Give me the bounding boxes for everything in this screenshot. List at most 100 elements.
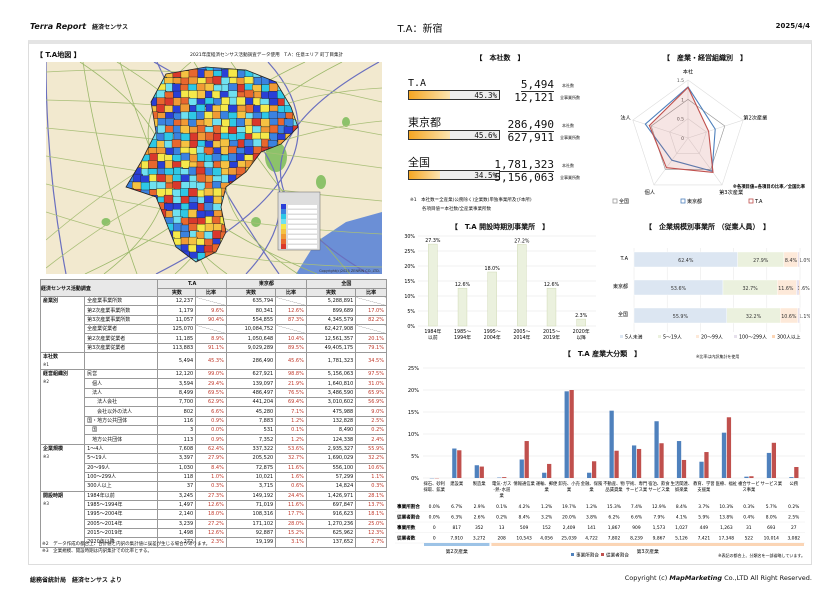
park-area: [251, 217, 261, 227]
table-row: 100～299人 118 1.0% 10,021 1.6% 57,299 1.1%: [41, 471, 387, 483]
hq-ratio-bar: 45.3%: [408, 90, 500, 100]
row-label: 会社以外の法人: [84, 406, 159, 417]
table-row-label: 従業者数: [396, 535, 416, 542]
ratio-cell: 0.0%: [195, 425, 227, 436]
segment-label: 10.6%: [781, 314, 797, 320]
ratio-cell: 3.1%: [275, 537, 307, 548]
row-label: 国・地方公共団体: [84, 415, 159, 427]
ratio-cell: [275, 295, 307, 307]
x-tick-label: 品賃貸業: [605, 486, 623, 493]
table-cell: 6.7%: [451, 504, 462, 510]
legend-swatch: [281, 239, 286, 244]
subheader: 実数: [225, 287, 277, 297]
section-note: ※3: [43, 453, 49, 459]
bar-事業所割合: [766, 452, 772, 478]
area-cell: [203, 231, 214, 240]
bar-従業者割合: [704, 452, 709, 478]
table-cell: 0: [433, 536, 436, 542]
table-cell: 509: [520, 525, 529, 531]
ratio-cell: 12.6%: [195, 499, 227, 511]
legend-range: [288, 220, 317, 224]
area-cell: [236, 118, 246, 127]
ratio-cell: 15.2%: [275, 527, 307, 539]
value-cell: 9,029,289: [225, 342, 277, 354]
section-name: 企業規模: [43, 445, 64, 452]
table-cell: 817: [453, 525, 462, 531]
table-row: 産業別 全産業事業所数 12,237 635,794 5,288,891: [39, 295, 387, 354]
section-label: 経営組織別 ※2: [39, 369, 86, 445]
row-label: 5～19人: [84, 453, 159, 464]
x-tick-label: 卸売、小売: [558, 480, 580, 487]
legend-label: 全国: [619, 198, 629, 205]
table-cell: 0.3%: [743, 504, 754, 510]
ratio-cell: 2.7%: [355, 537, 387, 548]
value-cell: 5,288,891: [305, 295, 357, 307]
bar-事業所割合: [474, 465, 479, 478]
ratio-cell: 34.5%: [355, 352, 387, 371]
copyright-pre: Copyright (c): [624, 574, 670, 582]
legend-label: 300人以上: [777, 334, 801, 341]
x-tick-label: 2004年: [484, 334, 501, 341]
x-tick-label: 業: [567, 486, 572, 493]
ratio-cell: 18.0%: [195, 509, 227, 520]
x-tick-label: 採取、鉱業: [423, 486, 445, 493]
ratio-cell: 0.1%: [275, 425, 307, 436]
table-row-label: 事業所割合: [397, 503, 420, 510]
ratio-cell: 1.2%: [275, 434, 307, 445]
size-chart: T.A 62.4% 27.9% 8.4% 1.0% 東京都 53.6% 32.7% 11.6% 1…: [613, 248, 810, 341]
ratio-cell: 82.2%: [355, 314, 387, 326]
ratio-cell: 2.5%: [355, 415, 387, 427]
row-label: 個人: [84, 378, 159, 389]
section-name: 経営組織別: [43, 371, 69, 378]
y-tick-label: 5%: [411, 454, 419, 460]
value-cell: 899,689: [305, 305, 357, 316]
table-cell: 8,239: [630, 536, 643, 542]
value-cell: 116: [157, 415, 197, 427]
table-cell: 0: [433, 525, 436, 531]
table-cell: 3.8%: [586, 515, 597, 521]
table-cell: 12.9%: [652, 504, 666, 510]
hq-count: 1,781,323: [494, 158, 554, 172]
table-title: 経済センサス活動調査: [39, 279, 159, 297]
x-tick-label: ･熱･水道: [493, 486, 511, 493]
x-tick-label: 建設業: [450, 480, 464, 487]
x-tick-label: 運輸、郵便: [536, 480, 558, 487]
ratio-cell: 0.9%: [195, 415, 227, 427]
value-cell: 149,192: [225, 490, 277, 501]
area-cell: [212, 75, 223, 85]
area-cell: [236, 96, 246, 106]
ratio-cell: 91.1%: [195, 342, 227, 354]
value-cell: 3,239: [157, 518, 197, 529]
legend-range: [288, 235, 317, 239]
section-note: ※3: [43, 500, 49, 506]
period-chart: 0% 5% 10% 15% 20% 25% 30% 27.3% 1984年以前 12.6% 1985…: [404, 234, 596, 341]
table-row: 全産業従業者 125,070 10,084,752 62,427,908: [41, 324, 387, 335]
ratio-cell: 6.6%: [195, 406, 227, 417]
area-cell: [260, 118, 270, 128]
table-cell: 7.4%: [631, 504, 642, 510]
value-cell: 137,652: [305, 537, 357, 548]
value-cell: 124,338: [305, 434, 357, 445]
table-row: 1995～2004年 2,140 18.0% 108,316 17.7% 916,623 1…: [41, 509, 387, 520]
segment-label: 11.6%: [778, 286, 794, 292]
y-tick-label: 25%: [408, 366, 419, 372]
value-cell: 10,084,752: [225, 324, 277, 335]
bar-従業者割合: [614, 450, 619, 478]
category-label: 全国: [618, 311, 628, 318]
hq-title: 【 本社数 】: [475, 54, 525, 62]
table-cell: 208: [497, 536, 506, 542]
area-cell: [188, 202, 199, 211]
legend-range: [288, 240, 317, 244]
hq-count: 5,494: [520, 78, 554, 92]
table-cell: 20.0%: [562, 515, 576, 521]
value-cell: 19,199: [225, 537, 277, 548]
area-cell: [196, 90, 207, 99]
area-cell: [189, 132, 200, 142]
radar-axis-label: 本社: [683, 67, 693, 75]
table-cell: 152: [542, 525, 551, 531]
x-tick-label: 複合サービ: [738, 480, 759, 487]
table-cell: 15.3%: [607, 504, 621, 510]
subheader: 実数: [157, 287, 197, 297]
area-map[interactable]: Copyright(c)2025 ZENRIN CO.,LTD.: [46, 62, 382, 274]
bar-従業者割合: [479, 466, 484, 478]
